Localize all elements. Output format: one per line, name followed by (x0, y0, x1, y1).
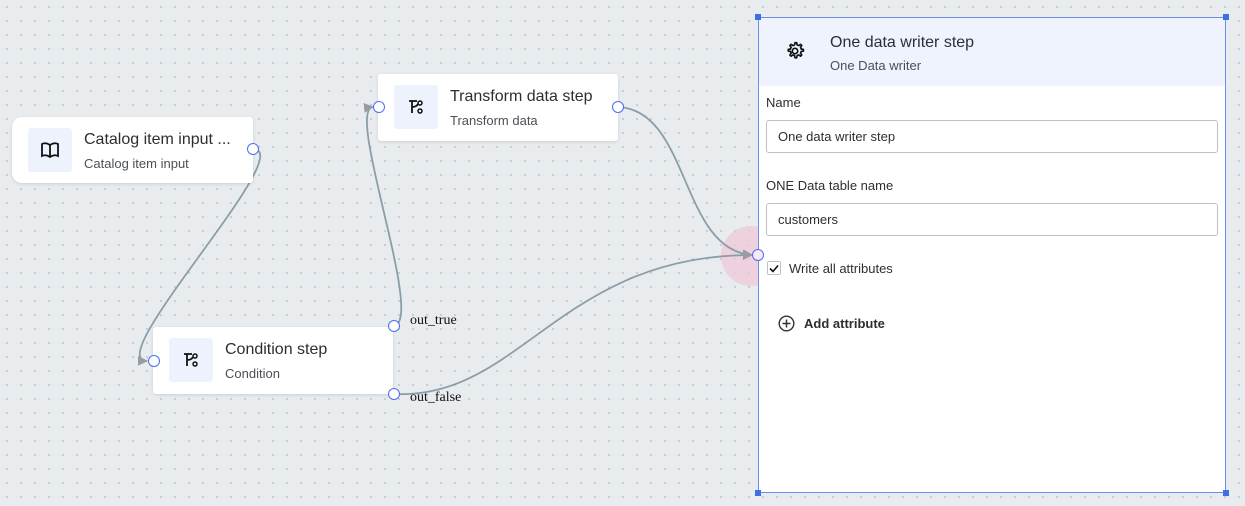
node-title: Condition step (225, 341, 328, 358)
node-subtitle: Catalog item input (84, 156, 189, 171)
panel-header: One data writer step One Data writer (759, 18, 1225, 86)
name-input[interactable] (766, 120, 1218, 153)
resize-handle-bottom-right[interactable] (1223, 490, 1229, 496)
out-true-port[interactable] (388, 320, 400, 332)
node-subtitle: Condition (225, 366, 280, 381)
node-title: Transform data step (450, 88, 593, 105)
out-false-port[interactable] (388, 388, 400, 400)
transform-output-port[interactable] (612, 101, 624, 113)
out-true-label: out_true (410, 313, 457, 328)
panel-subtitle: One Data writer (830, 58, 922, 73)
condition-input-port[interactable] (148, 355, 160, 367)
add-attribute-button[interactable]: Add attribute (778, 315, 885, 332)
gear-icon (785, 41, 805, 66)
node-title: Catalog item input ... (84, 131, 231, 148)
resize-handle-top-left[interactable] (755, 14, 761, 20)
edge-transform-to-writer[interactable] (617, 106, 753, 260)
write-all-attributes-checkbox[interactable] (767, 261, 781, 275)
branch-icon (169, 338, 213, 382)
plus-circle-icon (778, 315, 795, 332)
writer-step-panel[interactable]: One data writer step One Data writer Nam… (758, 17, 1226, 493)
branch-icon (394, 85, 438, 129)
transform-input-port[interactable] (373, 101, 385, 113)
table-name-label: ONE Data table name (766, 178, 894, 193)
add-attribute-label: Add attribute (804, 316, 885, 331)
catalog-output-port[interactable] (247, 143, 259, 155)
write-all-attributes-label: Write all attributes (789, 261, 893, 276)
node-subtitle: Transform data (450, 113, 538, 128)
node-condition-step[interactable]: Condition step Condition (153, 327, 393, 394)
node-transform-data-step[interactable]: Transform data step Transform data (378, 74, 618, 141)
table-name-input[interactable] (766, 203, 1218, 236)
resize-handle-top-right[interactable] (1223, 14, 1229, 20)
panel-title: One data writer step (830, 34, 975, 51)
name-label: Name (766, 95, 801, 110)
check-icon (769, 264, 779, 273)
writer-input-port[interactable] (752, 249, 764, 261)
resize-handle-bottom-left[interactable] (755, 490, 761, 496)
node-catalog-item-input[interactable]: Catalog item input ... Catalog item inpu… (12, 117, 253, 183)
book-open-icon (28, 128, 72, 172)
out-false-label: out_false (410, 390, 462, 405)
